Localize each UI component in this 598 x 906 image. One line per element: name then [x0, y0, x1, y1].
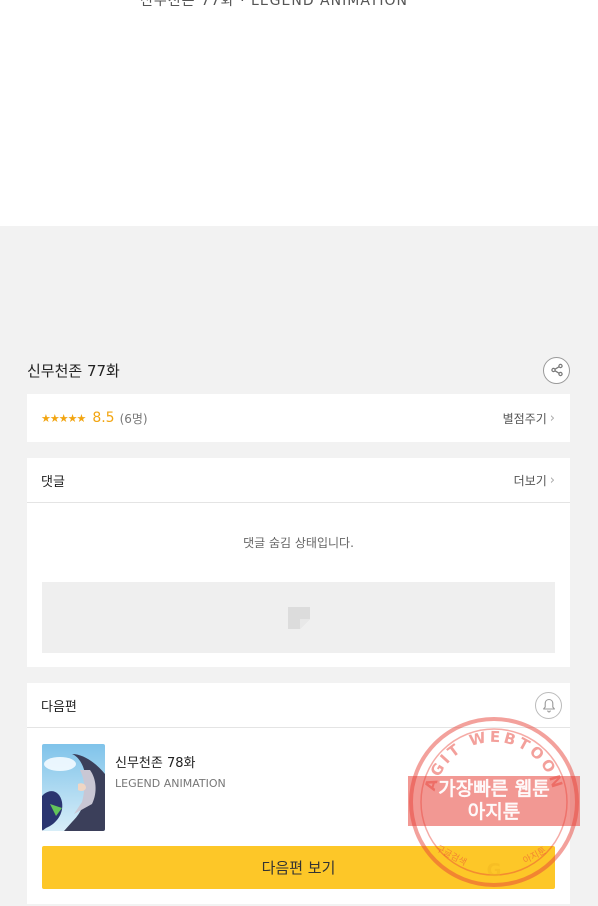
chevron-right-icon: ›: [549, 472, 555, 488]
share-button[interactable]: [543, 356, 570, 384]
chevron-right-icon: ›: [549, 410, 555, 426]
svg-text:가장빠른 웹툰: 가장빠른 웹툰: [438, 778, 550, 800]
comments-more-label: 더보기: [513, 473, 547, 488]
next-episode-author: LEGEND ANIMATION: [115, 777, 226, 790]
ad-placeholder: [42, 582, 555, 653]
svg-text:G: G: [487, 860, 502, 881]
next-episode-title-label: 다음편: [41, 699, 77, 715]
next-episode-info: 신무천존 78화 LEGEND ANIMATION: [115, 744, 226, 831]
episode-title: 신무천존 77화: [27, 361, 120, 380]
comments-section: 댓글 더보기 › 댓글 숨김 상태입니다.: [27, 458, 570, 667]
content-viewer-end: 신무천존 77화 · LEGEND ANIMATION: [0, 0, 598, 226]
watermark-stamp: AGIT WEBTOON 가장빠른 웹툰 아지툰 구글검색 아지툰 G: [408, 717, 580, 887]
share-icon: [550, 363, 563, 377]
episode-header: 신무천존 77화: [27, 356, 570, 384]
comments-hidden-message: 댓글 숨김 상태입니다.: [243, 536, 354, 550]
rating-summary: ★★★★★ 8.5 (6명): [41, 410, 148, 427]
comments-header: 댓글 더보기 ›: [27, 458, 570, 503]
rating-score: 8.5: [92, 410, 115, 426]
comments-title: 댓글: [41, 474, 65, 490]
notify-button[interactable]: [535, 691, 562, 719]
episode-thumbnail: [42, 744, 105, 831]
star-rating: ★★★★★: [41, 411, 86, 425]
next-episode-name: 신무천존 78화: [115, 756, 196, 771]
image-placeholder-icon: [287, 606, 310, 629]
rating-bar: ★★★★★ 8.5 (6명) 별점주기 ›: [27, 394, 570, 442]
viewer-cut-text: 신무천존 77화 · LEGEND ANIMATION: [140, 0, 408, 9]
bell-icon: [542, 698, 555, 712]
rate-button[interactable]: 별점주기 ›: [503, 410, 555, 427]
next-episode-item[interactable]: 신무천존 78화 LEGEND ANIMATION: [42, 744, 226, 831]
rating-count: (6명): [119, 411, 148, 426]
comments-more-button[interactable]: 더보기 ›: [514, 472, 555, 489]
svg-text:아지툰: 아지툰: [468, 801, 520, 823]
rate-button-label: 별점주기: [502, 411, 547, 426]
